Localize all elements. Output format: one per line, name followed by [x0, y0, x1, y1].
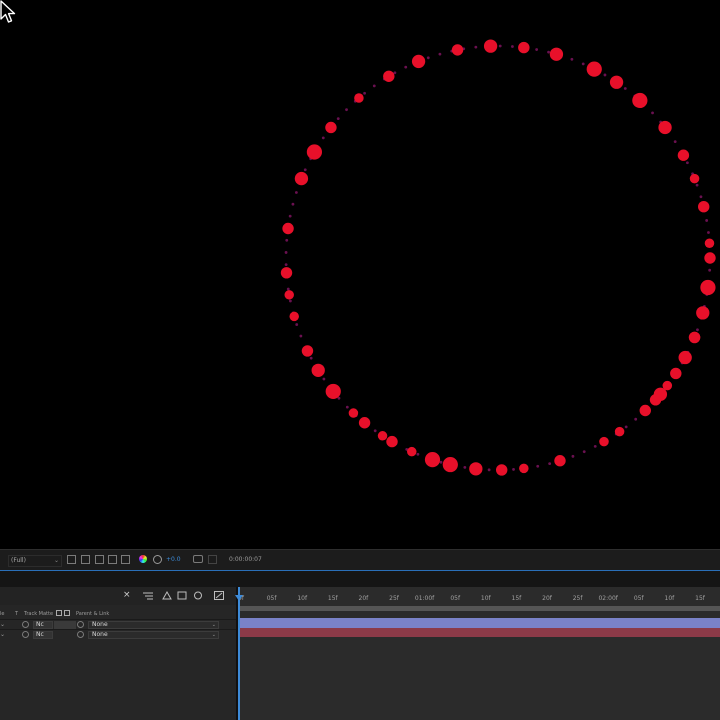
track-matte-dropdown[interactable]: Nc — [33, 621, 53, 629]
parent-value: None — [92, 621, 108, 628]
matte-mode-toggle[interactable] — [54, 621, 76, 629]
mouse-cursor-icon — [0, 0, 16, 23]
close-icon[interactable]: × — [123, 590, 131, 600]
matte-source-icon[interactable] — [22, 631, 29, 638]
chevron-down-icon: ⌄ — [53, 557, 59, 564]
grid-guides-icon[interactable] — [108, 555, 117, 564]
mask-visibility-icon[interactable] — [95, 555, 104, 564]
track-matte-value: Nc — [36, 631, 44, 638]
show-snapshot-icon[interactable] — [208, 555, 217, 564]
matte-invert-icon[interactable] — [64, 610, 70, 616]
parent-pickwhip-icon[interactable] — [77, 621, 84, 628]
parent-dropdown[interactable]: None ⌄ — [88, 631, 219, 639]
t-column-header: T — [15, 611, 19, 617]
parent-link-column-header: Parent & Link — [76, 611, 110, 617]
track-matte-dropdown[interactable]: Nc — [33, 631, 53, 639]
matte-source-icon[interactable] — [22, 621, 29, 628]
color-management-icon[interactable] — [139, 555, 147, 563]
channel-icon[interactable] — [121, 555, 130, 564]
particle-dots — [280, 39, 716, 476]
resolution-dropdown[interactable]: (Full) ⌄ — [8, 555, 62, 567]
draft-3d-icon[interactable] — [162, 591, 172, 600]
chevron-down-icon: ⌄ — [211, 622, 216, 628]
current-time-indicator[interactable] — [235, 587, 243, 720]
particle-ring — [280, 39, 716, 476]
ruler-tick-label: 25f — [572, 595, 583, 602]
region-of-interest-icon[interactable] — [67, 555, 76, 564]
parent-pickwhip-icon[interactable] — [77, 631, 84, 638]
layer-duration-bar[interactable] — [238, 618, 720, 628]
panel-divider — [0, 571, 720, 587]
mode-chevron-icon[interactable]: ⌄ — [0, 621, 5, 628]
layer-row[interactable]: ⌄ Nc None ⌄ — [0, 629, 236, 640]
transparency-grid-icon[interactable] — [81, 555, 90, 564]
ruler-tick-label: 05f — [450, 595, 461, 602]
ruler-tick-label: 20f — [358, 595, 369, 602]
timeline-track-area[interactable]: 0f 05f 10f 15f 20f 25f 01:00f 05f 10f 15f 20f 25f 02… — [235, 587, 720, 720]
ruler-tick-label: 10f — [664, 595, 675, 602]
ruler-tick-label: 20f — [542, 595, 552, 602]
ruler-tick-label: 02:00f — [598, 595, 618, 602]
layer-duration-bar[interactable] — [238, 628, 720, 637]
ruler-tick-label: 10f — [297, 595, 308, 602]
comp-flowchart-icon[interactable] — [143, 591, 153, 600]
playhead-icon[interactable] — [235, 595, 243, 601]
mode-column-header: le — [0, 611, 5, 617]
parent-value: None — [92, 631, 108, 638]
ruler-tick-label: 25f — [389, 595, 399, 602]
ruler-tick-label: 15f — [695, 595, 705, 602]
composition-viewer[interactable] — [0, 0, 720, 549]
track-matte-value: Nc — [36, 621, 44, 628]
exposure-value[interactable]: +0.0 — [166, 555, 181, 565]
ruler-tick-label: 05f — [633, 595, 644, 602]
parent-dropdown[interactable]: None ⌄ — [88, 621, 219, 629]
track-matte-column-header: Track Matte — [24, 611, 54, 617]
work-area-bar[interactable] — [238, 606, 720, 611]
ruler-tick-label: 01:00f — [414, 595, 435, 602]
ruler-tick-label: 15f — [327, 595, 338, 602]
shy-layers-icon[interactable] — [177, 591, 187, 600]
layer-list: le T Track Matte Parent & Link ⌄ Nc None… — [0, 605, 236, 720]
graph-editor-icon[interactable] — [214, 591, 224, 600]
time-ruler[interactable]: 0f 05f 10f 15f 20f 25f 01:00f 05f 10f 15f 20f 25f 02… — [238, 589, 720, 605]
ruler-tick-label: 10f — [480, 595, 491, 602]
mode-chevron-icon[interactable]: ⌄ — [0, 631, 5, 638]
resolution-value: (Full) — [11, 557, 26, 564]
matte-toggle-icon[interactable] — [56, 610, 62, 616]
ruler-tick-label: 05f — [266, 595, 277, 602]
exposure-reset-icon[interactable] — [153, 555, 162, 564]
chevron-down-icon: ⌄ — [211, 632, 216, 638]
viewer-toolbar: (Full) ⌄ +0.0 0:00:00:07 — [0, 549, 720, 572]
frame-blending-icon[interactable] — [193, 591, 203, 600]
timecode-display[interactable]: 0:00:00:07 — [229, 555, 262, 565]
snapshot-icon[interactable] — [193, 555, 203, 563]
ruler-tick-label: 15f — [511, 595, 522, 602]
